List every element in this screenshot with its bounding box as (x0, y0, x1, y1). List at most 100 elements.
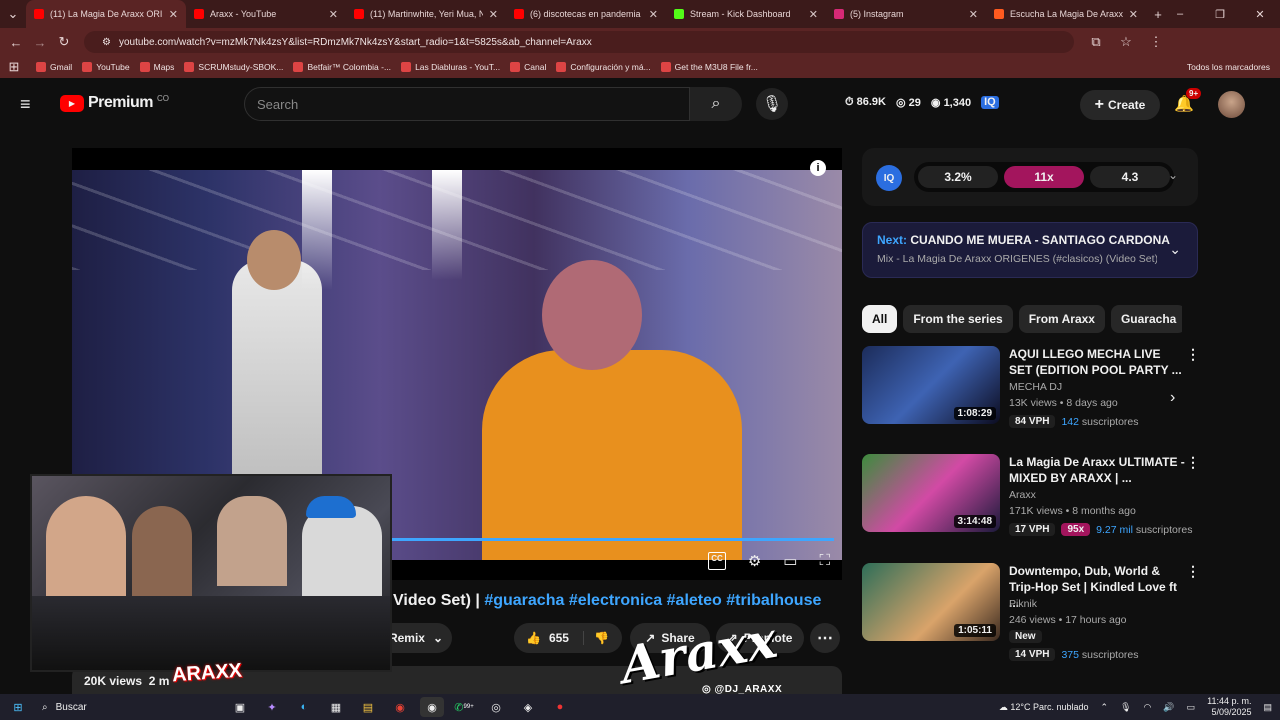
fullscreen-icon[interactable]: ⛶ (819, 552, 830, 570)
app-icon[interactable]: ◈ (516, 697, 540, 717)
browser-tab[interactable]: Araxx - YouTube ✕ (186, 0, 346, 28)
channel-name[interactable]: Piknik (1009, 598, 1037, 610)
tab-close-icon[interactable]: ✕ (809, 8, 818, 21)
menu-icon[interactable]: ⋮ (1144, 34, 1168, 50)
bookmark-item[interactable]: Las Diabluras - YouT... (401, 62, 500, 72)
weather[interactable]: ☁ 12°C Parc. nublado (999, 702, 1089, 713)
browser-tab[interactable]: Stream - Kick Dashboard ✕ (666, 0, 826, 28)
notifications-button[interactable]: 🔔 9+ (1174, 88, 1202, 114)
copilot-icon[interactable]: ✦ (260, 697, 284, 717)
filter-chip[interactable]: All (862, 305, 898, 333)
battery-icon[interactable]: ▭ (1187, 702, 1196, 713)
tab-close-icon[interactable]: ✕ (1129, 8, 1138, 21)
browser-tab[interactable]: (5) Instagram ✕ (826, 0, 986, 28)
tab-close-icon[interactable]: ✕ (169, 8, 178, 21)
volume-icon[interactable]: 🔊 (1163, 702, 1174, 713)
clock[interactable]: 11:44 p. m. 5/09/2025 (1207, 696, 1251, 718)
avatar[interactable] (1218, 91, 1245, 118)
mic-tray-icon[interactable]: 🎙 (1120, 702, 1131, 713)
more-options-icon[interactable]: ⋮ (1186, 454, 1200, 471)
video-title[interactable]: La Magia De Araxx ULTIMATE - MIXED BY AR… (1009, 454, 1185, 486)
browser-tab[interactable]: Escucha La Magia De Araxx ULT ✕ (986, 0, 1146, 28)
hashtags[interactable]: #guaracha #electronica #aleteo #tribalho… (484, 592, 821, 609)
recommended-video[interactable]: 1:08:29 AQUI LLEGO MECHA LIVE SET (EDITI… (862, 346, 1202, 428)
iq-expand-icon[interactable]: ⌄ (1168, 168, 1178, 182)
bookmark-item[interactable]: YouTube (82, 62, 130, 72)
video-thumbnail[interactable]: 1:08:29 (862, 346, 1000, 424)
more-actions-button[interactable]: ⋯ (810, 623, 840, 653)
store-icon[interactable]: ▦ (324, 697, 348, 717)
video-title[interactable]: AQUI LLEGO MECHA LIVE SET (EDITION POOL … (1009, 346, 1185, 378)
chrome-icon[interactable]: ◉ (388, 697, 412, 717)
next-up-card[interactable]: Next: CUANDO ME MUERA - SANTIAGO CARDONA… (862, 222, 1198, 278)
dislike-button[interactable]: 👎 (584, 631, 609, 645)
notification-center-icon[interactable]: ▤ (1263, 702, 1272, 713)
bookmark-item[interactable]: Maps (139, 62, 174, 72)
bookmark-item[interactable]: Get the M3U8 File fr... (660, 62, 758, 72)
back-icon[interactable]: ← (4, 35, 28, 50)
restore-icon[interactable]: ❐ (1200, 8, 1240, 21)
address-bar[interactable]: ⚙ youtube.com/watch?v=mzMk7Nk4zsY&list=R… (84, 31, 1074, 53)
taskbar-search[interactable]: ⌕ Buscar (34, 702, 224, 713)
site-info-icon[interactable]: ⚙ (102, 37, 111, 48)
close-window-icon[interactable]: ✕ (1240, 8, 1280, 21)
bookmark-item[interactable]: Configuración y má... (556, 62, 651, 72)
tab-close-icon[interactable]: ✕ (329, 8, 338, 21)
wifi-icon[interactable]: ◠ (1144, 702, 1152, 713)
bookmark-item[interactable]: Betfair™ Colombia -... (293, 62, 391, 72)
favicon-icon (994, 9, 1004, 19)
filter-chip[interactable]: Guaracha (1110, 305, 1182, 333)
edge-icon[interactable]: ◐ (292, 697, 316, 717)
bookmark-item[interactable]: Canal (510, 62, 546, 72)
settings-icon[interactable]: ⚙ (748, 552, 761, 570)
tab-close-icon[interactable]: ✕ (969, 8, 978, 21)
more-options-icon[interactable]: ⋮ (1186, 346, 1200, 363)
apps-icon[interactable]: ⊞ (2, 59, 26, 75)
iq-ext-icon[interactable]: IQ (981, 96, 999, 109)
theater-icon[interactable]: ▭ (783, 552, 797, 570)
bookmark-star-icon[interactable]: ☆ (1114, 34, 1138, 50)
video-thumbnail[interactable]: 3:14:48 (862, 454, 1000, 532)
bookmark-item[interactable]: Gmail (36, 62, 72, 72)
forward-icon[interactable]: → (28, 35, 52, 50)
tab-search-icon[interactable]: ⌄ (0, 6, 26, 22)
more-options-icon[interactable]: ⋮ (1186, 563, 1200, 580)
search-button[interactable]: ⌕ (690, 87, 742, 121)
hamburger-icon[interactable]: ≡ (20, 94, 31, 115)
tab-close-icon[interactable]: ✕ (649, 8, 658, 21)
filter-chip[interactable]: From the series (903, 305, 1013, 333)
browser-tab[interactable]: (6) discotecas en pandemia bo ✕ (506, 0, 666, 28)
windows-start-icon[interactable]: ⊞ (6, 697, 30, 717)
tab-close-icon[interactable]: ✕ (489, 8, 498, 21)
browser-tab[interactable]: (11) Martinwhite, Yeri Mua, NE ✕ (346, 0, 506, 28)
captions-icon[interactable]: CC (708, 552, 726, 570)
youtube-page: ≡ ▶ Premium CO Search ⌕ 🎙 ⏱ 86.9K ◎ 29 ◉… (0, 78, 1280, 694)
extension-icon[interactable]: ⧉ (1084, 34, 1108, 50)
video-thumbnail[interactable]: 1:05:11 (862, 563, 1000, 641)
chrome-profile-icon[interactable]: ◉ (420, 697, 444, 717)
next-expand-icon[interactable]: ⌄ (1169, 241, 1181, 258)
filter-chip[interactable]: From Araxx (1018, 305, 1105, 333)
browser-tab[interactable]: (11) La Magia De Araxx ORI ✕ (26, 0, 186, 28)
minimize-icon[interactable]: – (1160, 8, 1200, 20)
all-bookmarks[interactable]: Todos los marcadores (1187, 62, 1270, 72)
youtube-logo[interactable]: ▶ Premium CO (60, 94, 169, 112)
whatsapp-icon[interactable]: ✆ 99+ (452, 697, 476, 717)
obs-icon[interactable]: ◎ (484, 697, 508, 717)
create-button[interactable]: + Create (1080, 90, 1160, 120)
recorder-icon[interactable]: ● (548, 697, 572, 717)
info-icon[interactable]: i (810, 160, 826, 176)
voice-search-button[interactable]: 🎙 (756, 88, 788, 120)
explorer-icon[interactable]: ▤ (356, 697, 380, 717)
channel-name[interactable]: Araxx (1009, 489, 1036, 501)
reload-icon[interactable]: ↻ (52, 34, 76, 50)
like-button[interactable]: 👍 655 (514, 631, 584, 645)
favicon-icon (514, 9, 524, 19)
tray-expand-icon[interactable]: ⌃ (1101, 702, 1109, 713)
recommended-video[interactable]: 3:14:48 La Magia De Araxx ULTIMATE - MIX… (862, 454, 1202, 536)
recommended-video[interactable]: 1:05:11 Downtempo, Dub, World & Trip-Hop… (862, 563, 1202, 661)
channel-name[interactable]: MECHA DJ (1009, 381, 1062, 393)
task-view-icon[interactable]: ▣ (228, 697, 252, 717)
search-input[interactable]: Search (244, 87, 690, 121)
bookmark-item[interactable]: SCRUMstudy-SBOK... (184, 62, 283, 72)
